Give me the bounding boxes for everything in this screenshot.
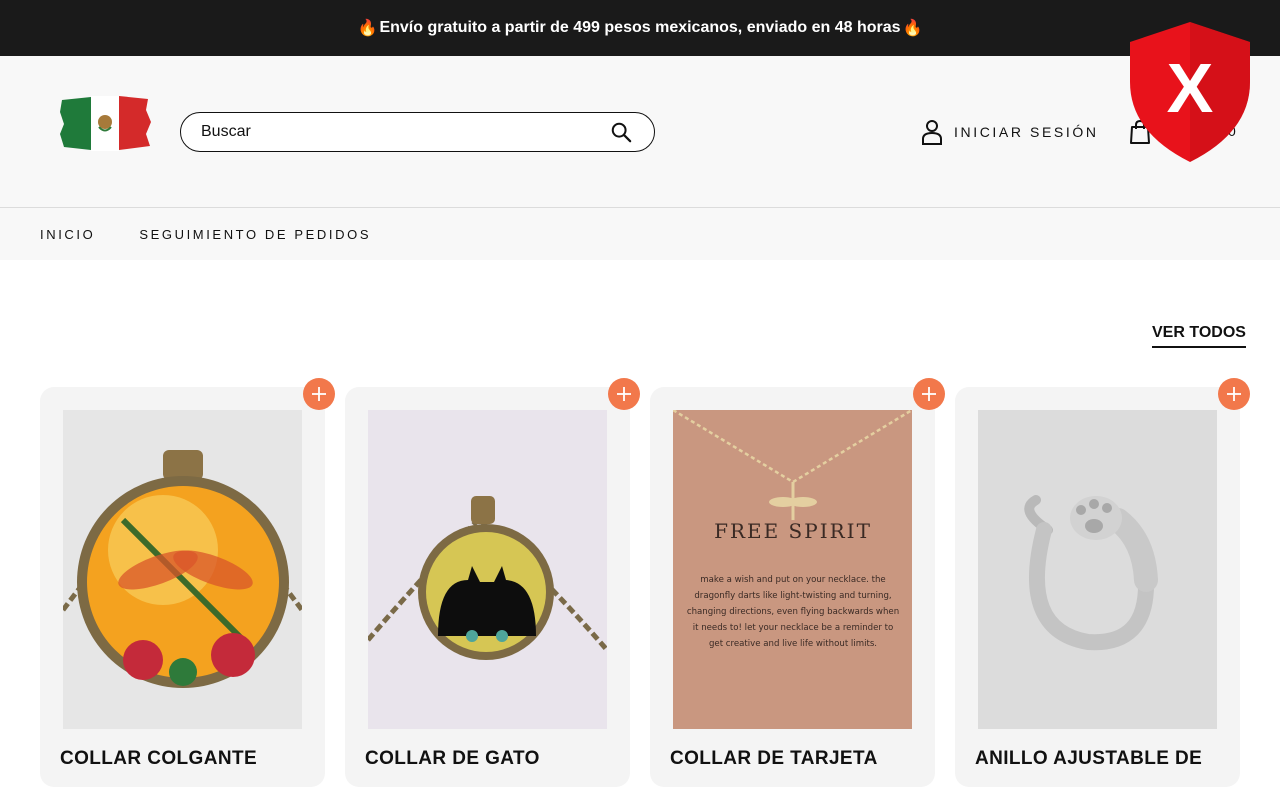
product-card[interactable]: COLLAR COLGANTE <box>40 387 325 787</box>
view-all-link[interactable]: VER TODOS <box>1152 324 1246 348</box>
product-image[interactable] <box>63 410 302 729</box>
plus-icon <box>312 387 326 401</box>
plus-icon <box>922 387 936 401</box>
user-icon <box>922 120 942 145</box>
product-title[interactable]: ANILLO AJUSTABLE DE <box>975 748 1202 770</box>
fire-icon: 🔥 <box>902 20 923 37</box>
product-title[interactable]: COLLAR DE GATO <box>365 748 540 770</box>
search-bar[interactable] <box>180 112 655 152</box>
nav-item-seguimiento[interactable]: SEGUIMIENTO DE PEDIDOS <box>139 227 371 242</box>
fire-icon: 🔥 <box>357 20 378 37</box>
card-description-line: changing directions, even flying backwar… <box>687 607 899 617</box>
plus-icon <box>617 387 631 401</box>
search-input[interactable] <box>201 113 601 150</box>
add-to-cart-button[interactable] <box>303 378 335 410</box>
card-description-line: make a wish and put on your necklace. th… <box>700 575 885 585</box>
add-to-cart-button[interactable] <box>608 378 640 410</box>
card-description-line: dragonfly darts like light-twisting and … <box>694 591 891 601</box>
product-image[interactable]: FREE SPIRIT make a wish and put on your … <box>673 410 912 729</box>
mexico-flag-logo[interactable] <box>58 94 152 152</box>
shield-mark: X <box>1167 49 1214 127</box>
product-title[interactable]: COLLAR DE TARJETA <box>670 748 878 770</box>
card-heading-text: FREE SPIRIT <box>714 519 872 543</box>
add-to-cart-button[interactable] <box>1218 378 1250 410</box>
product-image[interactable] <box>368 410 607 729</box>
product-card[interactable]: FREE SPIRIT make a wish and put on your … <box>650 387 935 787</box>
announcement-text: Envío gratuito a partir de 499 pesos mex… <box>379 19 901 36</box>
search-icon[interactable] <box>610 121 632 143</box>
add-to-cart-button[interactable] <box>913 378 945 410</box>
product-image[interactable] <box>978 410 1217 729</box>
product-card[interactable]: ANILLO AJUSTABLE DE <box>955 387 1240 787</box>
login-link[interactable]: INICIAR SESIÓN <box>920 119 1099 145</box>
card-description-line: it needs to! let your necklace be a remi… <box>693 623 894 633</box>
main-nav: INICIO SEGUIMIENTO DE PEDIDOS <box>0 208 1280 260</box>
nav-item-inicio[interactable]: INICIO <box>40 227 95 242</box>
site-header: INICIAR SESIÓN 0 <box>0 56 1280 208</box>
plus-icon <box>1227 387 1241 401</box>
card-description-line: get creative and live life without limit… <box>709 639 877 649</box>
security-shield-icon[interactable]: X <box>1126 20 1254 164</box>
product-title[interactable]: COLLAR COLGANTE <box>60 748 257 770</box>
product-card[interactable]: COLLAR DE GATO <box>345 387 630 787</box>
announcement-bar: 🔥 Envío gratuito a partir de 499 pesos m… <box>0 0 1280 56</box>
login-label: INICIAR SESIÓN <box>954 124 1099 140</box>
